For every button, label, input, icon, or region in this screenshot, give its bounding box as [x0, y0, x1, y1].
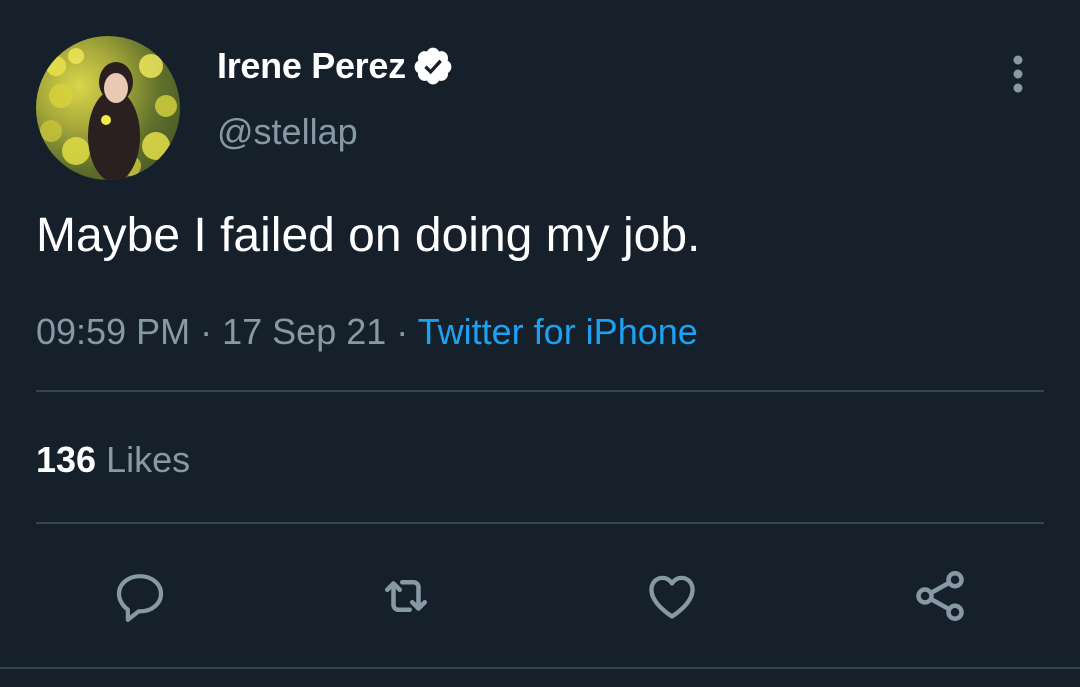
likes-label: Likes [106, 439, 191, 480]
share-button[interactable] [910, 566, 970, 626]
verified-badge-icon [412, 45, 454, 87]
divider [0, 667, 1080, 669]
more-options-button[interactable] [996, 52, 1040, 96]
likes-stat[interactable]: 136 Likes [36, 438, 190, 482]
meta-separator: · [396, 311, 409, 352]
retweet-icon [385, 580, 427, 612]
display-name[interactable]: Irene Perez [217, 44, 454, 88]
tweet-text: Maybe I failed on doing my job. [36, 209, 701, 262]
more-vertical-icon [1013, 55, 1023, 93]
tweet-date[interactable]: 17 Sep 21 [222, 311, 386, 352]
heart-icon [649, 575, 695, 619]
avatar[interactable] [36, 36, 180, 180]
comment-icon [116, 574, 164, 622]
likes-count: 136 [36, 439, 97, 480]
tweet-meta: 09:59 PM · 17 Sep 21 · Twitter for iPhon… [36, 310, 698, 354]
tweet-source-link[interactable]: Twitter for iPhone [418, 311, 698, 352]
reply-button[interactable] [110, 566, 170, 626]
display-name-text: Irene Perez [217, 45, 406, 86]
profile-photo-icon [40, 48, 177, 180]
like-button[interactable] [642, 566, 702, 626]
tweet-time[interactable]: 09:59 PM [36, 311, 190, 352]
tweet-actions [0, 566, 1080, 626]
share-icon [916, 571, 964, 621]
user-handle[interactable]: @stellap [217, 110, 358, 154]
divider [36, 522, 1044, 524]
retweet-button[interactable] [376, 566, 436, 626]
divider [36, 390, 1044, 392]
meta-separator: · [200, 311, 213, 352]
